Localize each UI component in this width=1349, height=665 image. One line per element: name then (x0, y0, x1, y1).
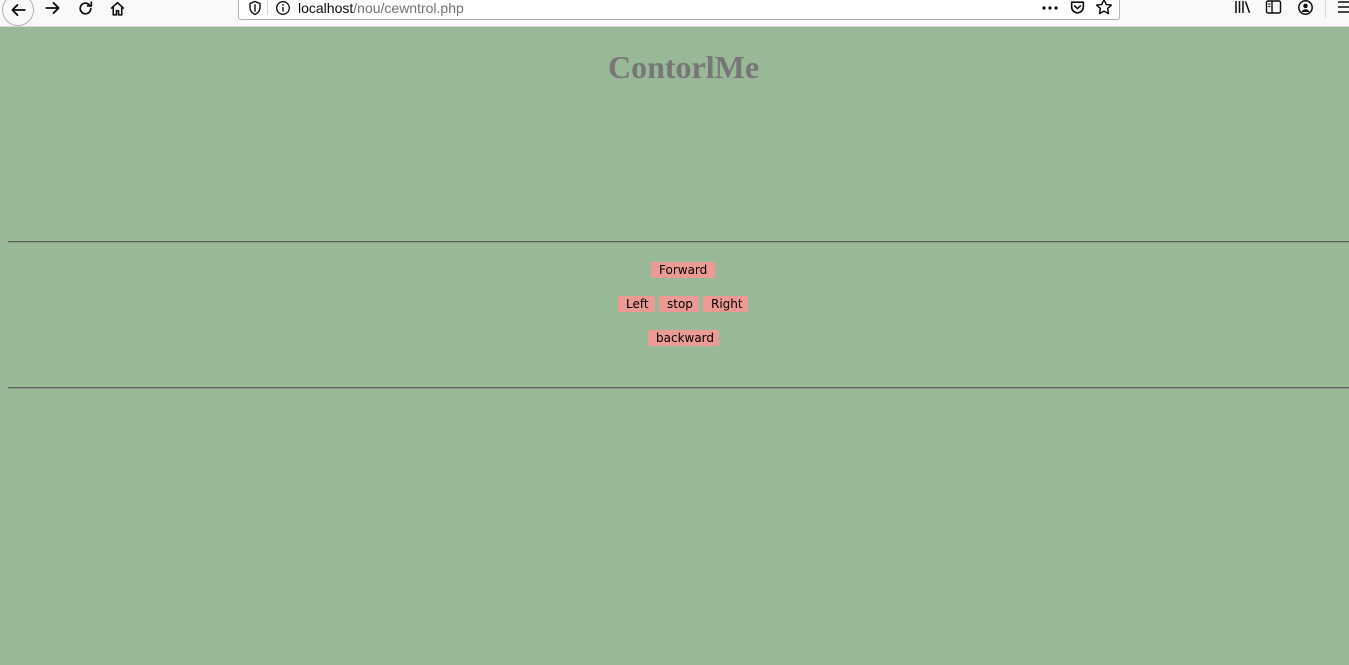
page-actions-more-icon[interactable] (1041, 0, 1059, 16)
left-button[interactable]: Left (618, 296, 655, 312)
browser-toolbar: localhost/nou/cewntrol.php (0, 0, 1349, 27)
reload-icon (78, 0, 92, 15)
forward-button[interactable]: Forward (651, 262, 715, 278)
account-icon[interactable] (1297, 0, 1314, 16)
top-divider (8, 241, 1349, 243)
url-path: /nou/cewntrol.php (353, 0, 464, 16)
arrow-right-icon (45, 2, 60, 14)
home-button[interactable] (104, 0, 130, 18)
back-button[interactable] (2, 0, 34, 26)
bottom-divider (8, 387, 1349, 389)
page-content: ContorlMe Forward Left stop Right backwa… (0, 27, 1349, 665)
url-host: localhost (298, 0, 354, 16)
bookmark-star-icon[interactable] (1095, 0, 1113, 16)
backward-button[interactable]: backward (648, 330, 719, 346)
library-icon[interactable] (1234, 0, 1252, 15)
forward-button[interactable] (40, 0, 66, 18)
info-icon[interactable] (275, 0, 291, 16)
tracking-shield-icon[interactable] (248, 0, 262, 16)
url-text[interactable]: localhost/nou/cewntrol.php (298, 0, 464, 17)
pocket-icon[interactable] (1069, 0, 1086, 16)
home-icon (110, 1, 124, 16)
reload-button[interactable] (72, 0, 98, 18)
arrow-left-icon (11, 4, 26, 16)
stop-button[interactable]: stop (659, 296, 699, 312)
toolbar-divider (1325, 0, 1326, 18)
urlbar-divider (267, 0, 268, 15)
page-title: ContorlMe (607, 49, 760, 85)
right-button[interactable]: Right (703, 296, 748, 312)
sidebar-toggle-icon[interactable] (1265, 0, 1282, 15)
hamburger-menu-icon[interactable] (1337, 0, 1349, 15)
address-bar[interactable]: localhost/nou/cewntrol.php (238, 0, 1120, 20)
